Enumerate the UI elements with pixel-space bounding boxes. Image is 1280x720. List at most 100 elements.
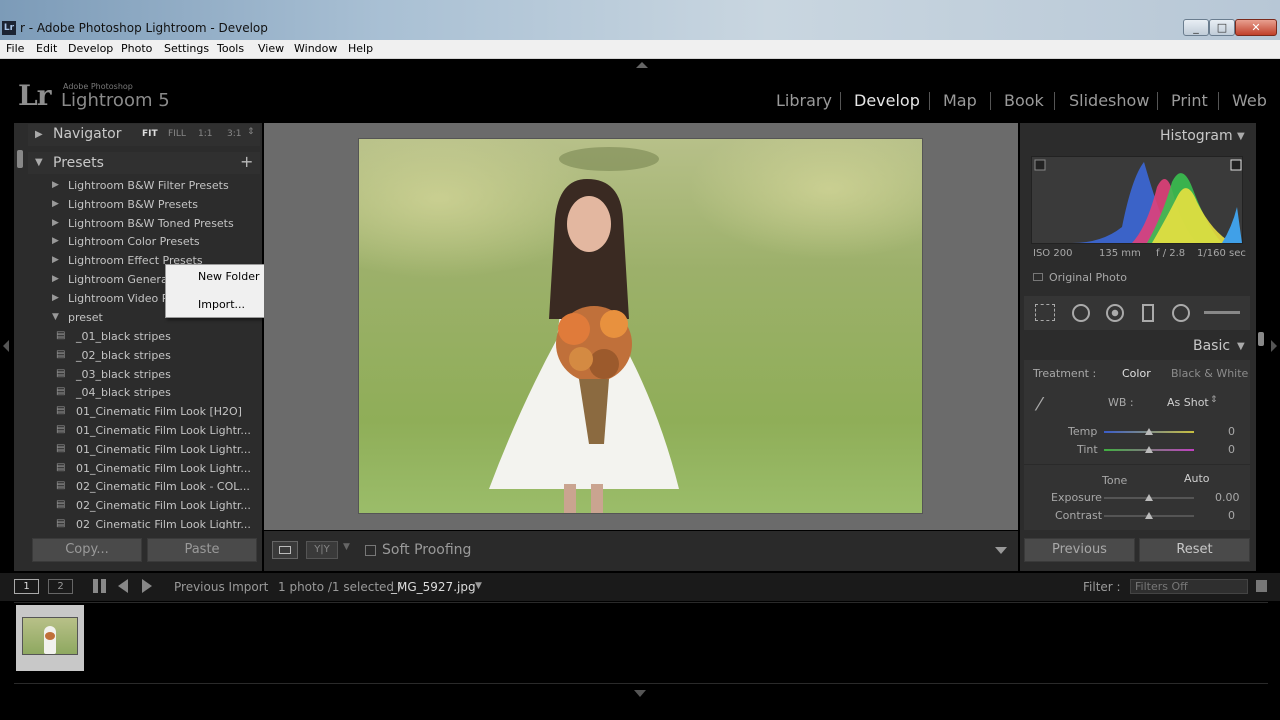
before-after-view-button[interactable]: Y|Y (306, 541, 338, 559)
zoom-fit[interactable]: FIT (142, 129, 158, 139)
navigator-title: Navigator (53, 126, 122, 142)
reset-button[interactable]: Reset (1139, 538, 1250, 562)
tint-slider-knob[interactable] (1145, 446, 1153, 453)
menu-new-folder[interactable]: New Folder (198, 270, 259, 283)
menu-photo[interactable]: Photo (121, 42, 152, 55)
filename-dropdown-icon[interactable]: ▼ (475, 581, 482, 591)
temp-value[interactable]: 0 (1228, 425, 1235, 438)
wb-dropdown-icon[interactable]: ⇕ (1210, 395, 1218, 405)
menu-settings[interactable]: Settings (164, 42, 209, 55)
contrast-value[interactable]: 0 (1228, 509, 1235, 522)
filter-lock-icon[interactable] (1256, 580, 1267, 592)
thumbnail-cell[interactable] (16, 605, 84, 671)
zoom-fill[interactable]: FILL (168, 129, 186, 139)
presets-header[interactable]: ▼ Presets + (28, 152, 260, 174)
crop-tool-icon[interactable] (1035, 304, 1055, 321)
preset-item[interactable]: ▤ _04_black stripes (32, 384, 258, 403)
left-panel-toggle-icon[interactable] (3, 340, 9, 352)
forward-arrow-icon[interactable] (142, 579, 152, 593)
basic-collapse-icon[interactable]: ▼ (1237, 341, 1245, 352)
preset-item[interactable]: ▤ _01_black stripes (32, 328, 258, 347)
left-panel-scrollbar[interactable] (17, 150, 23, 168)
right-panel-scrollbar[interactable] (1258, 332, 1264, 346)
close-button[interactable]: ✕ (1235, 19, 1277, 36)
module-book[interactable]: Book (1004, 91, 1044, 110)
filter-select[interactable]: Filters Off (1130, 579, 1248, 594)
temp-slider-knob[interactable] (1145, 428, 1153, 435)
copy-button[interactable]: Copy... (32, 538, 142, 562)
preset-folder[interactable]: ▶ Lightroom Color Presets (32, 233, 258, 252)
zoom-1-1[interactable]: 1:1 (198, 129, 212, 139)
folder-expanded-triangle-icon: ▼ (52, 312, 59, 322)
menu-edit[interactable]: Edit (36, 42, 57, 55)
spot-removal-icon[interactable] (1072, 304, 1090, 322)
white-balance-eyedropper-icon[interactable]: ⁄ (1038, 394, 1064, 420)
menu-tools[interactable]: Tools (217, 42, 244, 55)
module-library[interactable]: Library (776, 91, 832, 110)
preset-item[interactable]: ▤ _03_black stripes (32, 366, 258, 385)
preset-folder[interactable]: ▶ Lightroom B&W Toned Presets (32, 215, 258, 234)
add-preset-plus-icon[interactable]: + (240, 152, 253, 171)
navigator-header[interactable]: ▶ Navigator FIT FILL 1:1 3:1 ⇕ (28, 124, 260, 146)
module-slideshow[interactable]: Slideshow (1069, 91, 1149, 110)
module-web[interactable]: Web (1232, 91, 1267, 110)
treatment-color-option[interactable]: Color (1122, 367, 1151, 380)
minimize-button[interactable]: _ (1183, 19, 1209, 36)
preset-item[interactable]: ▤ 02_Cinematic Film Look Lightr... (32, 516, 258, 529)
menu-develop[interactable]: Develop (68, 42, 113, 55)
toolbar-menu-chevron-down-icon[interactable] (995, 547, 1007, 554)
source-label[interactable]: Previous Import (174, 580, 268, 594)
primary-display-button[interactable]: 1 (14, 579, 39, 594)
module-map[interactable]: Map (943, 91, 977, 110)
back-arrow-icon[interactable] (118, 579, 128, 593)
soft-proofing-checkbox[interactable] (365, 545, 376, 556)
grid-view-icon[interactable] (93, 579, 107, 593)
basic-title: Basic (1193, 338, 1231, 354)
preset-item[interactable]: ▤ 02_Cinematic Film Look - COL... (32, 478, 258, 497)
maximize-button[interactable]: □ (1209, 19, 1235, 36)
preset-item[interactable]: ▤ 01_Cinematic Film Look Lightr... (32, 460, 258, 479)
contrast-slider-knob[interactable] (1145, 512, 1153, 519)
histogram-collapse-icon[interactable]: ▼ (1237, 131, 1245, 142)
tint-value[interactable]: 0 (1228, 443, 1235, 456)
view-dropdown-icon[interactable]: ▼ (343, 542, 350, 552)
menu-help[interactable]: Help (348, 42, 373, 55)
paste-button[interactable]: Paste (147, 538, 257, 562)
wb-select[interactable]: As Shot (1167, 396, 1209, 409)
menu-view[interactable]: View (258, 42, 284, 55)
exposure-slider-knob[interactable] (1145, 494, 1153, 501)
soft-proofing-label: Soft Proofing (382, 542, 472, 558)
tone-auto-button[interactable]: Auto (1184, 472, 1210, 485)
preset-item[interactable]: ▤ 01_Cinematic Film Look Lightr... (32, 441, 258, 460)
right-panel-toggle-icon[interactable] (1271, 340, 1277, 352)
preset-file-icon: ▤ (56, 499, 66, 510)
preset-folder[interactable]: ▶ Lightroom B&W Filter Presets (32, 177, 258, 196)
menu-window[interactable]: Window (294, 42, 337, 55)
adjustment-brush-icon[interactable] (1204, 311, 1240, 314)
exposure-value[interactable]: 0.00 (1215, 491, 1240, 504)
original-photo-checkbox[interactable] (1033, 273, 1043, 281)
treatment-bw-option[interactable]: Black & White (1171, 367, 1248, 380)
preset-item[interactable]: ▤ 02_Cinematic Film Look Lightr... (32, 497, 258, 516)
graduated-filter-icon[interactable] (1142, 304, 1154, 322)
preset-folder[interactable]: ▶ Lightroom B&W Presets (32, 196, 258, 215)
module-develop[interactable]: Develop (854, 91, 920, 110)
histogram-graph[interactable] (1031, 156, 1243, 244)
preset-item[interactable]: ▤ 01_Cinematic Film Look Lightr... (32, 422, 258, 441)
preset-item[interactable]: ▤ _02_black stripes (32, 347, 258, 366)
menu-file[interactable]: File (6, 42, 24, 55)
zoom-stepper-icon[interactable]: ⇕ (247, 127, 255, 137)
preset-item[interactable]: ▤ 01_Cinematic Film Look [H2O] (32, 403, 258, 422)
secondary-display-button[interactable]: 2 (48, 579, 73, 594)
top-panel-toggle-icon[interactable] (636, 62, 648, 68)
red-eye-icon[interactable] (1106, 304, 1124, 322)
filename-label[interactable]: _MG_5927.jpg (391, 580, 476, 594)
menu-import[interactable]: Import... (198, 298, 245, 311)
zoom-3-1[interactable]: 3:1 (227, 129, 241, 139)
loupe-view-icon[interactable] (272, 541, 298, 559)
module-print[interactable]: Print (1171, 91, 1208, 110)
previous-button[interactable]: Previous (1024, 538, 1135, 562)
bottom-panel-toggle-icon[interactable] (634, 690, 646, 697)
radial-filter-icon[interactable] (1172, 304, 1190, 322)
photo-preview[interactable] (358, 138, 923, 514)
